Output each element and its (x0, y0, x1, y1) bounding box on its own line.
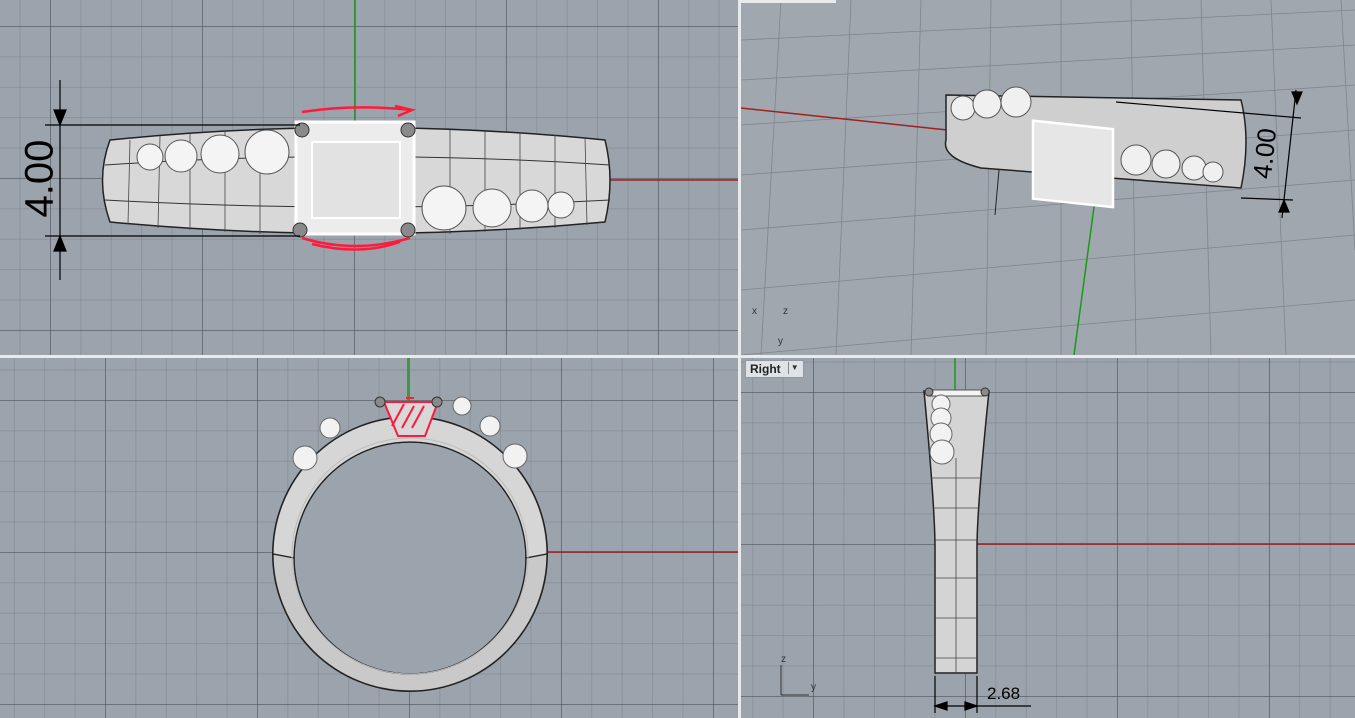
axis-y-label: y (778, 336, 783, 347)
viewport-tab-strip[interactable] (741, 0, 836, 3)
top-view-canvas (45, 0, 738, 280)
axis-z-label: z (783, 306, 788, 317)
viewport-front[interactable] (0, 358, 738, 718)
axis-y-label: y (811, 682, 816, 693)
dimension-label: 4.00 (1246, 126, 1283, 181)
ring-model-persp (944, 86, 1247, 216)
viewport-right[interactable]: Right ▼ 2.68 z y (741, 358, 1355, 718)
right-view-canvas (780, 358, 1355, 713)
axis-x-label: x (752, 306, 757, 317)
front-view-canvas (272, 358, 738, 692)
ring-profile-right (923, 387, 990, 674)
center-stone (292, 120, 416, 238)
viewport-top[interactable]: 4.00 (0, 0, 738, 355)
dimension-label: 4.00 (17, 139, 62, 218)
viewport-perspective[interactable]: 4.00 x z y (741, 0, 1355, 355)
axis-z-label: z (781, 654, 786, 665)
axis-indicator (780, 665, 809, 696)
dimension-label: 2.68 (987, 684, 1021, 703)
ring-band-front (272, 396, 548, 692)
